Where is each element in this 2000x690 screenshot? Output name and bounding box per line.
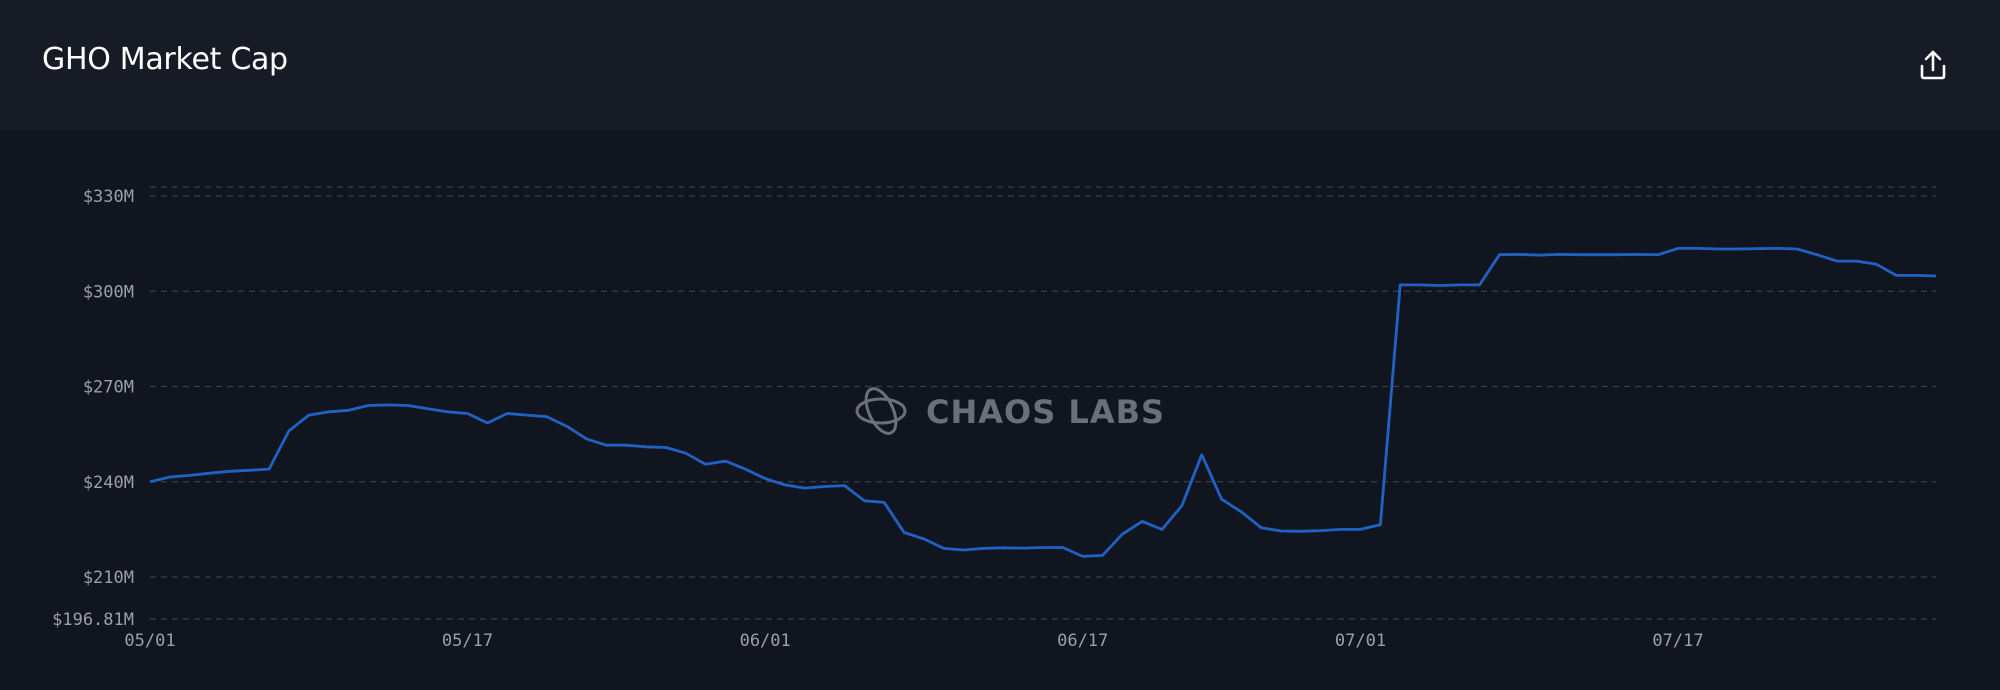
y-tick-label: $240M	[83, 473, 134, 493]
y-axis: $196.81M $210M $240M $270M $300M $330M	[52, 187, 134, 630]
y-tick-label: $300M	[83, 282, 134, 302]
chart-title: GHO Market Cap	[42, 42, 288, 77]
chart-area: CHAOS LABS $196.81M $210M $240M $270M $300M $…	[0, 130, 2000, 686]
x-axis: 05/01 05/17 06/01 06/17 07/01 07/17	[124, 631, 1703, 651]
card-header: GHO Market Cap	[0, 0, 2000, 130]
chaos-labs-logo-icon	[855, 387, 907, 435]
line-chart: CHAOS LABS $196.81M$210M$240M$270M$300M$…	[52, 186, 1937, 651]
x-tick-label: 06/01	[740, 631, 791, 651]
y-tick-label: $270M	[83, 378, 134, 398]
watermark: CHAOS LABS	[855, 387, 1165, 435]
y-tick-label: $196.81M	[52, 610, 134, 630]
x-tick-label: 07/17	[1652, 631, 1703, 651]
chart-card: GHO Market Cap CHAOS LABS $196.81M $210M $…	[0, 0, 2000, 686]
watermark-text: CHAOS LABS	[926, 393, 1165, 431]
share-upload-icon[interactable]	[1912, 44, 1954, 86]
y-tick-label: $210M	[83, 568, 134, 588]
x-tick-label: 06/17	[1057, 631, 1108, 651]
x-tick-label: 07/01	[1335, 631, 1386, 651]
x-tick-label: 05/01	[124, 631, 175, 651]
y-tick-label: $330M	[83, 187, 134, 207]
x-tick-label: 05/17	[442, 631, 493, 651]
